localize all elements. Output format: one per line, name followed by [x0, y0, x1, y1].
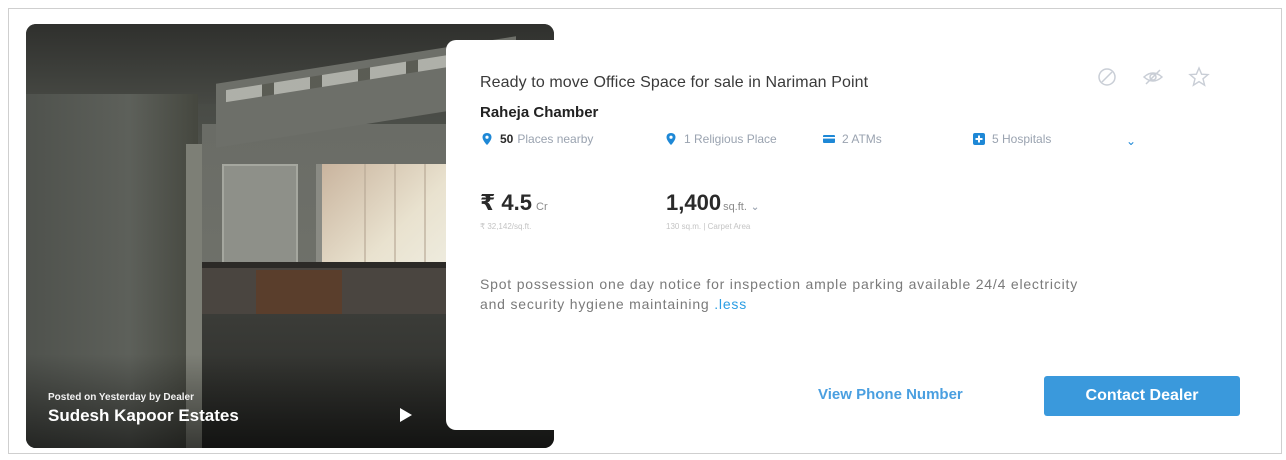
area-unit: sq.ft.	[723, 201, 747, 213]
atm-card-icon	[822, 132, 836, 146]
amenity-religious[interactable]: 1 Religious Place	[664, 132, 777, 146]
posted-by-text: Posted on Yesterday by Dealer	[48, 392, 194, 403]
hospital-icon	[972, 132, 986, 146]
photo-cabinet	[256, 270, 342, 316]
block-icon[interactable]	[1096, 66, 1118, 88]
description-text: Spot possession one day notice for inspe…	[480, 276, 1078, 312]
location-pin-icon	[480, 132, 494, 146]
price-unit: Cr	[536, 201, 548, 213]
price-per-sqft: ₹ 32,142/sq.ft.	[480, 222, 532, 231]
amenity-atms[interactable]: 2 ATMs	[822, 132, 882, 146]
price-value: ₹ 4.5	[480, 190, 533, 215]
area-detail: 130 sq.m. | Carpet Area	[666, 222, 751, 231]
area[interactable]: 1,400 sq.ft. ⌄	[666, 190, 759, 216]
amenity-hospitals[interactable]: 5 Hospitals	[972, 132, 1051, 146]
listing-description: Spot possession one day notice for inspe…	[480, 274, 1100, 314]
places-nearby[interactable]: 50 Places nearby	[480, 132, 593, 146]
places-nearby-label: Places nearby	[517, 132, 594, 146]
chevron-down-icon[interactable]: ⌄	[751, 202, 759, 213]
amenity-label: 5 Hospitals	[992, 132, 1052, 146]
star-icon[interactable]	[1188, 66, 1210, 88]
location-pin-icon	[664, 132, 678, 146]
price: ₹ 4.5 Cr	[480, 190, 548, 216]
area-value: 1,400	[666, 190, 722, 215]
hide-icon[interactable]	[1142, 66, 1164, 88]
listing-card: Ready to move Office Space for sale in N…	[446, 40, 1262, 430]
dealer-name[interactable]: Sudesh Kapoor Estates	[48, 406, 239, 426]
contact-dealer-button[interactable]: Contact Dealer	[1044, 376, 1240, 416]
amenity-label: 2 ATMs	[842, 132, 882, 146]
project-name[interactable]: Raheja Chamber	[480, 104, 598, 121]
view-phone-button[interactable]: View Phone Number	[818, 386, 963, 403]
amenity-label: 1 Religious Place	[684, 132, 777, 146]
less-link[interactable]: .less	[714, 296, 747, 312]
places-nearby-count: 50	[500, 132, 514, 146]
chevron-down-icon[interactable]: ⌄	[1126, 134, 1136, 148]
listing-action-icons	[1096, 66, 1226, 92]
play-icon[interactable]	[400, 408, 412, 422]
listing-title[interactable]: Ready to move Office Space for sale in N…	[480, 74, 868, 92]
